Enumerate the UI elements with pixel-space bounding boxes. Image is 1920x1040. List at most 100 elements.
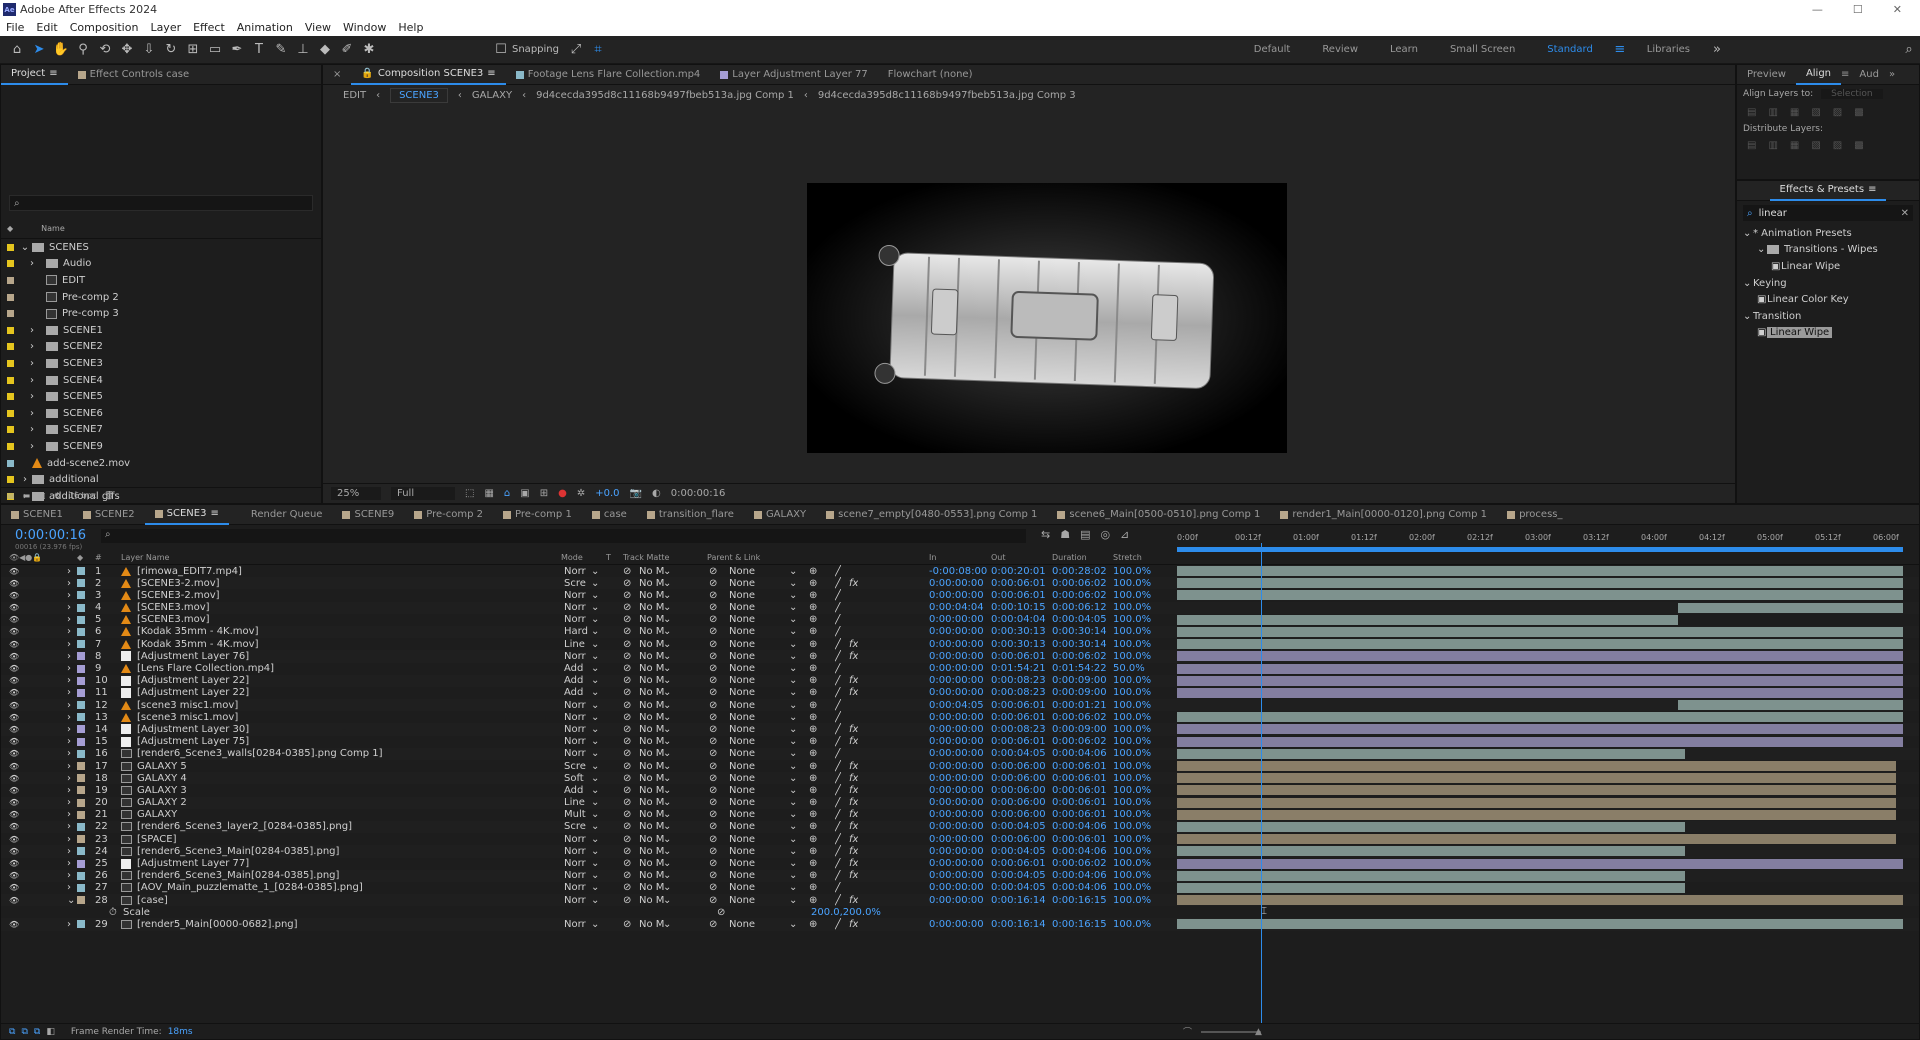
- chevron-down-icon[interactable]: ⌄: [663, 882, 671, 894]
- more-panels-icon[interactable]: »: [1889, 69, 1895, 80]
- panel-menu-icon[interactable]: ≡: [49, 68, 57, 79]
- chevron-down-icon[interactable]: ⌄: [591, 565, 599, 577]
- collapsed-arrow-icon[interactable]: ›: [67, 918, 71, 930]
- chevron-down-icon[interactable]: ⌄: [663, 723, 671, 735]
- layer-name[interactable]: [Adjustment Layer 75]: [137, 736, 547, 748]
- pickwhip-icon[interactable]: ⊘: [709, 882, 717, 894]
- fx-switch-icon[interactable]: fx: [849, 797, 858, 809]
- effects-search-input[interactable]: ⌕ linear ✕: [1743, 205, 1913, 221]
- visibility-eye-icon[interactable]: 👁: [9, 833, 19, 845]
- pickwhip-icon[interactable]: ⊘: [709, 894, 717, 906]
- panel-menu-icon[interactable]: ≡: [487, 68, 495, 79]
- chevron-down-icon[interactable]: ⌄: [663, 736, 671, 748]
- layer-row[interactable]: 👁 › 27 [AOV_Main_puzzlematte_1_[0284-0385].…: [1, 882, 1919, 894]
- current-time-display[interactable]: 0:00:00:16: [671, 488, 726, 499]
- layer-row[interactable]: 👁 › 15 [Adjustment Layer 75] Norr ⌄ ⊘ No M ⌄ ⊘ Non…: [1, 736, 1919, 748]
- shy-switch-icon[interactable]: ⊕: [809, 723, 817, 735]
- in-point[interactable]: 0:00:04:04: [929, 602, 984, 614]
- chevron-down-icon[interactable]: ⌄: [663, 748, 671, 760]
- out-point[interactable]: 0:00:06:00: [991, 833, 1046, 845]
- fx-switch-icon[interactable]: fx: [849, 760, 858, 772]
- out-point[interactable]: 0:00:06:01: [991, 650, 1046, 662]
- chevron-down-icon[interactable]: ⌄: [591, 797, 599, 809]
- roto-brush-icon[interactable]: ✐: [336, 39, 358, 61]
- layer-duration-bar[interactable]: [1678, 602, 1903, 613]
- label-swatch-icon[interactable]: [77, 835, 85, 844]
- graph-editor-icon[interactable]: ⊿: [1120, 528, 1129, 541]
- effects-tree-item[interactable]: ▣ Linear Wipe: [1737, 325, 1919, 342]
- toggle-modes-icon[interactable]: ⧉: [21, 1027, 27, 1037]
- duration[interactable]: 0:00:06:01: [1052, 809, 1107, 821]
- chevron-down-icon[interactable]: ⌄: [789, 760, 797, 772]
- layer-duration-bar[interactable]: [1177, 675, 1903, 686]
- chevron-down-icon[interactable]: ⌄: [663, 699, 671, 711]
- collapsed-arrow-icon[interactable]: ›: [67, 675, 71, 687]
- tab-effect-controls[interactable]: Effect Controls case: [68, 69, 199, 80]
- parent-select[interactable]: None: [729, 711, 755, 723]
- composition-canvas[interactable]: [807, 183, 1287, 453]
- project-search-input[interactable]: ⌕: [9, 195, 313, 211]
- pen-tool-icon[interactable]: ✒: [226, 39, 248, 61]
- chevron-down-icon[interactable]: ⌄: [591, 577, 599, 589]
- layer-search-input[interactable]: ⌕: [101, 529, 1026, 543]
- duration[interactable]: 0:00:04:06: [1052, 821, 1107, 833]
- layer-name[interactable]: [render6_Scene3_walls[0284-0385].png Com…: [137, 748, 547, 760]
- in-point[interactable]: 0:00:00:00: [929, 833, 984, 845]
- layer-name[interactable]: GALAXY 3: [137, 784, 547, 796]
- duration[interactable]: 0:01:54:22: [1052, 663, 1107, 675]
- layer-name[interactable]: [SPACE]: [137, 833, 547, 845]
- track-matte-select[interactable]: No M: [639, 760, 664, 772]
- stretch[interactable]: 100.0%: [1113, 748, 1151, 760]
- collapsed-arrow-icon[interactable]: ›: [67, 638, 71, 650]
- pickwhip-icon[interactable]: ⊘: [709, 589, 717, 601]
- crumb-scene3[interactable]: SCENE3: [390, 87, 448, 103]
- label-swatch-icon[interactable]: [77, 749, 85, 758]
- shy-switch-icon[interactable]: ⊕: [809, 784, 817, 796]
- toggle-inout-icon[interactable]: ⧉: [34, 1027, 40, 1037]
- stretch-header[interactable]: Stretch: [1113, 553, 1142, 562]
- pickwhip-icon[interactable]: ⊘: [709, 821, 717, 833]
- collapsed-arrow-icon[interactable]: ›: [67, 858, 71, 870]
- parent-select[interactable]: None: [729, 614, 755, 626]
- track-matte-select[interactable]: No M: [639, 748, 664, 760]
- parent-select[interactable]: None: [729, 589, 755, 601]
- parent-select[interactable]: None: [729, 797, 755, 809]
- track-matte-select[interactable]: No M: [639, 894, 664, 906]
- stretch[interactable]: 100.0%: [1113, 638, 1151, 650]
- collapsed-arrow-icon[interactable]: ›: [18, 341, 46, 352]
- in-point[interactable]: 0:00:00:00: [929, 784, 984, 796]
- zoom-tool-icon[interactable]: ⚲: [72, 39, 94, 61]
- effects-tree-item[interactable]: ⌄ Transitions - Wipes: [1737, 242, 1919, 259]
- layer-name[interactable]: [render6_Scene3_layer2_[0284-0385].png]: [137, 821, 547, 833]
- label-swatch-icon[interactable]: [77, 737, 85, 746]
- shy-switch-icon[interactable]: ⊕: [809, 809, 817, 821]
- parent-select[interactable]: None: [729, 626, 755, 638]
- collapsed-arrow-icon[interactable]: ›: [67, 736, 71, 748]
- parent-select[interactable]: None: [729, 772, 755, 784]
- region-of-interest-icon[interactable]: ⬚: [465, 488, 474, 499]
- duration[interactable]: 0:00:06:12: [1052, 602, 1107, 614]
- layer-duration-bar[interactable]: [1177, 834, 1896, 845]
- minimize-button[interactable]: —: [1812, 3, 1823, 16]
- out-point[interactable]: 0:00:06:01: [991, 589, 1046, 601]
- chevron-down-icon[interactable]: ⌄: [663, 687, 671, 699]
- pickwhip-icon[interactable]: ⊘: [709, 565, 717, 577]
- quality-switch-icon[interactable]: ╱: [835, 894, 841, 906]
- duration[interactable]: 0:00:30:14: [1052, 638, 1107, 650]
- label-swatch-icon[interactable]: [77, 786, 85, 795]
- chevron-down-icon[interactable]: ⌄: [663, 614, 671, 626]
- shy-layers-icon[interactable]: ☗: [1060, 528, 1070, 541]
- label-swatch-icon[interactable]: [77, 847, 85, 856]
- visibility-eye-icon[interactable]: 👁: [9, 772, 19, 784]
- layer-name[interactable]: [SCENE3.mov]: [137, 602, 547, 614]
- frame-blending-icon[interactable]: ▤: [1080, 528, 1090, 541]
- layer-name[interactable]: GALAXY 5: [137, 760, 547, 772]
- layer-row[interactable]: 👁 › 12 [scene3 misc1.mov] Norr ⌄ ⊘ No M ⌄ ⊘ None ⌄ ⊕…: [1, 699, 1919, 712]
- label-swatch-icon[interactable]: [7, 310, 14, 318]
- label-swatch-icon[interactable]: [77, 579, 85, 588]
- label-swatch-icon[interactable]: [7, 260, 14, 268]
- layer-duration-bar[interactable]: [1177, 773, 1896, 784]
- project-item[interactable]: › additional: [1, 471, 321, 488]
- out-point[interactable]: 0:00:16:14: [991, 894, 1046, 906]
- layer-row[interactable]: 👁 › 3 [SCENE3-2.mov] Norr ⌄ ⊘ No M ⌄ ⊘ None ⌄ ⊕ ╱ 0:00…: [1, 589, 1919, 601]
